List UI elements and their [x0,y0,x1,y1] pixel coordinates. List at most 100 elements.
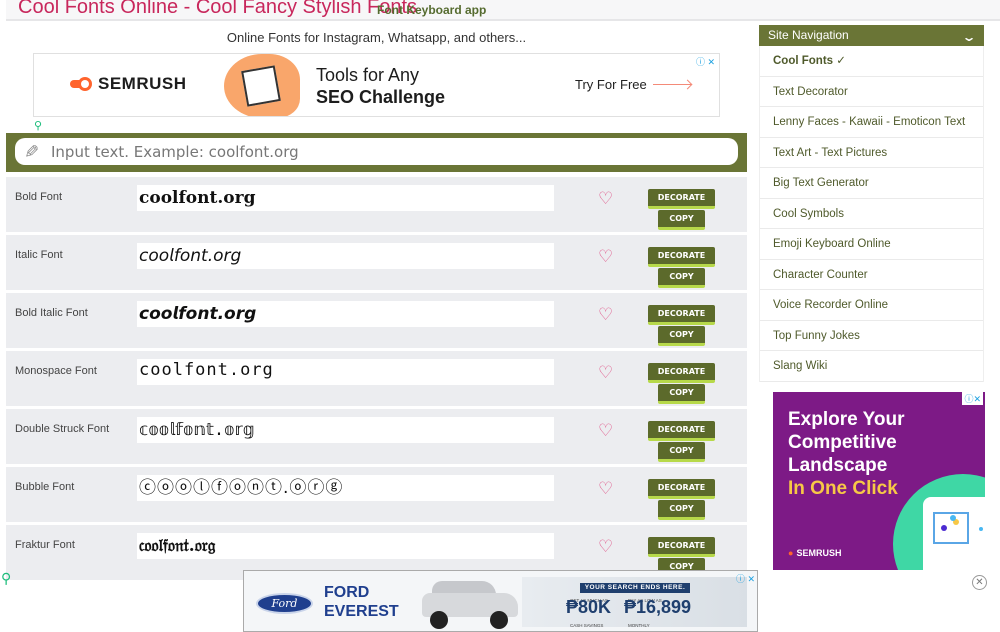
side-ad-line1: Explore Your [788,409,905,430]
site-navigation: Site Navigation ⌄ Cool Fonts ✓ Text Deco… [759,25,984,382]
font-output[interactable]: 𝙘𝙤𝙤𝙡𝙛𝙤𝙣𝙩.𝙤𝙧𝙜 [137,301,554,327]
side-ad-banner[interactable]: Explore Your Competitive Landscape In On… [773,392,985,570]
font-output[interactable]: 𝘤𝘰𝘰𝘭𝘧𝘰𝘯𝘵.𝘰𝘳𝘨 [137,243,554,269]
decorate-button[interactable]: DECORATE [648,421,715,441]
font-row-italic: Italic Font 𝘤𝘰𝘰𝘭𝘧𝘰𝘯𝘵.𝘰𝘳𝘨 ♡ DECORATE COPY [6,235,747,290]
price-left-sub: CASH SAVINGS [570,623,604,628]
adchoices-icon[interactable]: ⓘ ✕ [696,55,715,68]
ad-marker-icon: ⚲ [1,570,12,586]
copy-button[interactable]: COPY [658,442,705,462]
font-output[interactable]: 𝚌𝚘𝚘𝚕𝚏𝚘𝚗𝚝.𝚘𝚛𝚐 [137,359,554,385]
semrush-flame-icon [70,77,92,91]
decorate-button[interactable]: DECORATE [648,247,715,267]
price-right-sub: MONTHLY [628,623,650,628]
chevron-down-icon[interactable]: ⌄ [961,27,976,48]
font-row-bubble: Bubble Font ⓒⓞⓞⓛⓕⓞⓝⓣ.ⓞⓡⓖ ♡ DECORATE COPY [6,467,747,522]
nav-item-big-text-generator[interactable]: Big Text Generator [760,168,983,199]
price-left: ₱80K [566,597,612,617]
nav-item-character-counter[interactable]: Character Counter [760,260,983,290]
semrush-logo: SEMRUSH [70,74,187,94]
font-row-bold: Bold Font 𝐜𝐨𝐨𝐥𝐟𝐨𝐧𝐭.𝐨𝐫𝐠 ♡ DECORATE COPY [6,177,747,232]
ad-marker-icon: ⚲ [34,120,43,132]
semrush-logo: SEMRUSH [788,548,841,558]
text-input-bar: ✎ [6,133,747,172]
heart-icon[interactable]: ♡ [598,190,613,207]
font-output[interactable]: ⓒⓞⓞⓛⓕⓞⓝⓣ.ⓞⓡⓖ [137,475,554,501]
decorate-button[interactable]: DECORATE [648,189,715,209]
ford-logo: Ford [256,593,313,614]
site-navigation-title: Site Navigation [768,28,849,42]
font-label: Italic Font [15,249,63,261]
font-row-bold-italic: Bold Italic Font 𝙘𝙤𝙤𝙡𝙛𝙤𝙣𝙩.𝙤𝙧𝙜 ♡ DECORATE… [6,293,747,348]
nav-item-text-decorator[interactable]: Text Decorator [760,77,983,107]
ad-headline-line2: SEO Challenge [316,87,446,107]
font-label: Fraktur Font [15,539,75,551]
font-label: Bubble Font [15,481,75,493]
model-line1: FORD [324,584,370,601]
text-input[interactable] [15,138,738,165]
ad-headline-line1: Tools for Any [316,65,420,85]
try-for-free-link[interactable]: Try For Free [575,77,691,92]
ad-chart-card [923,497,985,570]
heart-icon[interactable]: ♡ [598,422,613,439]
font-row-double-struck: Double Struck Font 𝕔𝕠𝕠𝕝𝕗𝕠𝕟𝕥.𝕠𝕣𝕘 ♡ DECORA… [6,409,747,464]
price-right: ₱16,899 [624,597,692,617]
model-line2: EVEREST [324,603,399,620]
nav-item-cool-symbols[interactable]: Cool Symbols [760,199,983,229]
nav-item-slang-wiki[interactable]: Slang Wiki [760,351,983,382]
chart-dot [979,527,983,531]
ad-banner-text: YOUR SEARCH ENDS HERE. [580,583,690,593]
car-image [422,575,518,629]
close-ad-icon[interactable]: ✕ [972,575,987,590]
side-ad-headline: Explore Your Competitive Landscape In On… [788,408,905,500]
font-output[interactable]: 𝐜𝐨𝐨𝐥𝐟𝐨𝐧𝐭.𝐨𝐫𝐠 [137,185,554,211]
nav-item-lenny-faces[interactable]: Lenny Faces - Kawaii - Emoticon Text [760,107,983,138]
nav-list: Cool Fonts ✓ Text Decorator Lenny Faces … [759,46,984,382]
tagline: Online Fonts for Instagram, Whatsapp, an… [226,30,527,45]
heart-icon[interactable]: ♡ [598,480,613,497]
heart-icon[interactable]: ♡ [598,248,613,265]
top-ad-banner[interactable]: SEMRUSH Tools for Any SEO Challenge Try … [33,53,720,117]
font-output[interactable]: 𝔠𝔬𝔬𝔩𝔣𝔬𝔫𝔱.𝔬𝔯𝔤 [137,533,554,559]
decorate-button[interactable]: DECORATE [648,305,715,325]
font-keyboard-app-link[interactable]: Font Keyboard app [377,3,486,17]
toolbox-illustration [224,54,300,116]
font-list: Bold Font 𝐜𝐨𝐨𝐥𝐟𝐨𝐧𝐭.𝐨𝐫𝐠 ♡ DECORATE COPY I… [6,177,747,583]
side-ad-line2: Competitive [788,432,897,453]
font-output[interactable]: 𝕔𝕠𝕠𝕝𝕗𝕠𝕟𝕥.𝕠𝕣𝕘 [137,417,554,443]
copy-button[interactable]: COPY [658,384,705,404]
bottom-ad-banner[interactable]: Ford FORD EVEREST YOUR SEARCH ENDS HERE.… [243,570,758,632]
nav-item-cool-fonts[interactable]: Cool Fonts ✓ [760,46,983,77]
font-label: Double Struck Font [15,423,110,435]
ad-cta-label: Try For Free [575,77,647,92]
heart-icon[interactable]: ♡ [598,538,613,555]
decorate-button[interactable]: DECORATE [648,363,715,383]
arrow-right-icon [652,84,691,85]
pencil-icon: ✎ [24,142,40,162]
copy-button[interactable]: COPY [658,268,705,288]
chart-dot [941,525,947,531]
site-navigation-header[interactable]: Site Navigation ⌄ [759,25,984,46]
adchoices-icon[interactable]: ⓘ✕ [962,392,983,405]
nav-item-emoji-keyboard[interactable]: Emoji Keyboard Online [760,229,983,260]
font-row-monospace: Monospace Font 𝚌𝚘𝚘𝚕𝚏𝚘𝚗𝚝.𝚘𝚛𝚐 ♡ DECORATE C… [6,351,747,406]
nav-item-text-art[interactable]: Text Art - Text Pictures [760,138,983,168]
nav-item-funny-jokes[interactable]: Top Funny Jokes [760,321,983,351]
ad-headline: Tools for Any SEO Challenge [316,64,445,108]
site-header: Cool Fonts Online - Cool Fancy Stylish F… [6,0,1000,21]
side-ad-line4: In One Click [788,478,898,499]
decorate-button[interactable]: DECORATE [648,537,715,557]
heart-icon[interactable]: ♡ [598,306,613,323]
copy-button[interactable]: COPY [658,500,705,520]
nav-item-voice-recorder[interactable]: Voice Recorder Online [760,290,983,321]
font-label: Monospace Font [15,365,97,377]
copy-button[interactable]: COPY [658,210,705,230]
side-ad-line3: Landscape [788,455,888,476]
decorate-button[interactable]: DECORATE [648,479,715,499]
ford-model: FORD EVEREST [324,583,399,621]
heart-icon[interactable]: ♡ [598,364,613,381]
site-title[interactable]: Cool Fonts Online - Cool Fancy Stylish F… [18,0,417,19]
copy-button[interactable]: COPY [658,326,705,346]
chart-dot [950,515,956,521]
adchoices-icon[interactable]: ⓘ ✕ [736,572,755,585]
